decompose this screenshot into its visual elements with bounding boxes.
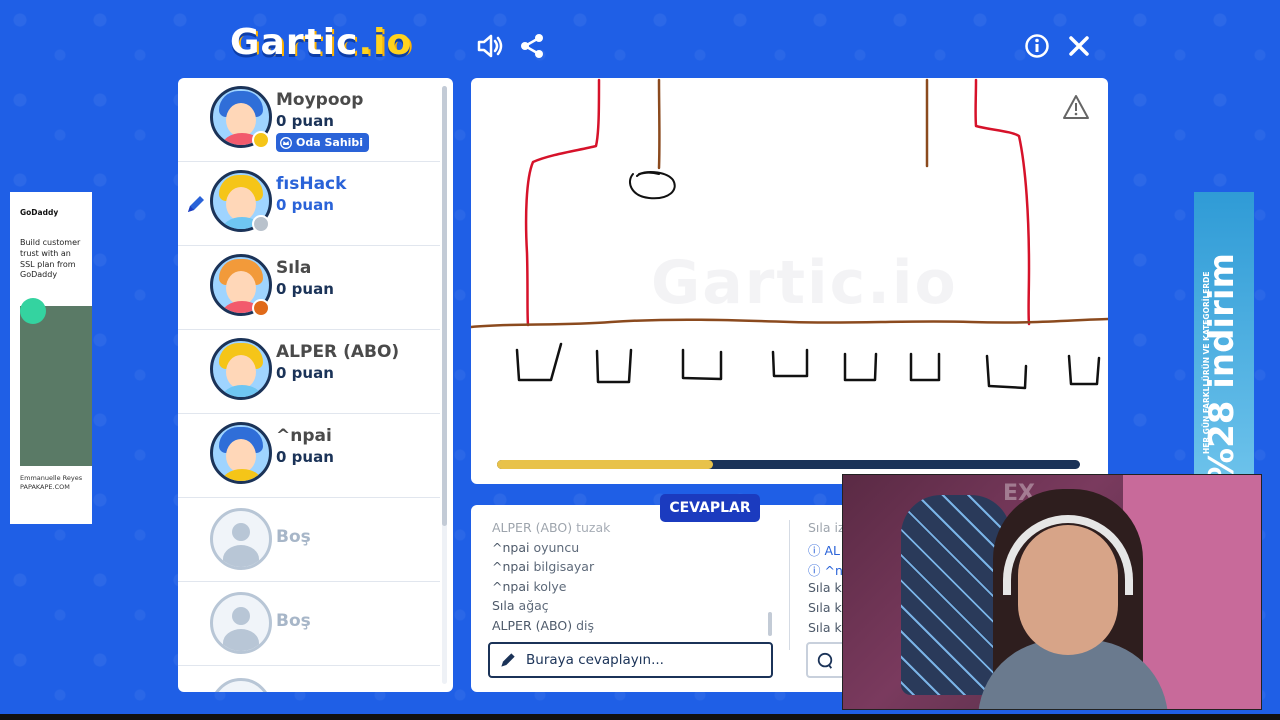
ad-photo (20, 306, 92, 466)
empty-slot[interactable]: Boş (178, 582, 440, 666)
panel-divider (789, 520, 790, 650)
chat-row: Sıla k (808, 580, 842, 595)
room-owner-badge: Oda Sahibi (276, 133, 370, 152)
ad-brand: GoDaddy (20, 208, 59, 217)
player-score: 0 puan (276, 448, 334, 466)
avatar-face (226, 439, 256, 473)
avatar (210, 338, 272, 400)
player-score: 0 puan (276, 364, 334, 382)
answers-tab[interactable]: CEVAPLAR (660, 494, 760, 522)
empty-slot-label: Boş (276, 527, 311, 547)
pencil-icon (501, 653, 515, 667)
close-icon[interactable] (1063, 30, 1095, 62)
player-row: ALPER (ABO) 0 puan (178, 330, 440, 414)
player-name: ALPER (ABO) (276, 342, 400, 362)
player-name: fısHack (276, 174, 347, 194)
chat-bubble-icon (817, 652, 833, 669)
pencil-icon (188, 196, 204, 212)
player-score: 0 puan (276, 196, 334, 214)
top-bar: Gartic.io (0, 0, 1280, 78)
ad-discount-subtitle: HER GÜN FARKLI ÜRÜN VE KATEGORİLERDE (1202, 271, 1211, 454)
chat-list: Sıla iz ⓘ AL ⓘ ^n Sıla k Sıla k Sıla k (808, 520, 845, 640)
status-dot (252, 299, 270, 317)
right-advertisement[interactable]: %28 indirim HER GÜN FARKLI ÜRÜN VE KATEG… (1194, 192, 1254, 492)
bottom-edge (0, 714, 1280, 720)
chat-row: Sıla k (808, 600, 842, 615)
avatar-face (226, 103, 256, 137)
player-row: fısHack 0 puan (178, 162, 440, 246)
avatar-body (221, 385, 263, 397)
player-name: Sıla (276, 258, 312, 278)
report-warning-icon[interactable] (1062, 94, 1090, 120)
empty-avatar-icon (210, 592, 272, 654)
answer-row: ^npai bilgisayar (492, 559, 595, 574)
chat-row: ⓘ AL (808, 543, 840, 558)
player-row: Sıla 0 puan (178, 246, 440, 330)
empty-slot-label: Boş (276, 611, 311, 631)
chat-row: Sıla k (808, 620, 842, 635)
empty-slot[interactable]: Boş (178, 498, 440, 582)
answer-row: ALPER (ABO) tuzak (492, 520, 611, 535)
players-scrollbar-thumb[interactable] (442, 86, 447, 526)
empty-avatar-icon (210, 678, 272, 692)
answer-row: ^npai kolye (492, 578, 567, 594)
answer-row: Sıla ağaç (492, 598, 549, 613)
chat-row: Sıla iz (808, 520, 845, 535)
speaker-icon[interactable] (474, 30, 506, 62)
answer-row: ^npai oyuncu (492, 539, 580, 555)
player-row: ^npai 0 puan (178, 414, 440, 498)
avatar-face (226, 271, 256, 305)
player-name: Moypoop (276, 90, 364, 110)
avatar-face (226, 187, 256, 221)
webcam-overlay: EX (842, 474, 1262, 710)
gartic-logo: Gartic.io (230, 22, 413, 63)
players-panel: Moypoop 0 puan Oda Sahibi fısHack 0 puan… (178, 78, 453, 692)
drawing-strokes (471, 78, 1108, 390)
avatar-face (226, 355, 256, 389)
ad-credit: Emmanuelle Reyes PAPAKAPE.COM (20, 474, 83, 492)
player-score: 0 puan (276, 280, 334, 298)
answer-input[interactable] (526, 652, 766, 668)
player-name: ^npai (276, 426, 332, 446)
timer-progress (497, 460, 713, 469)
answer-row: ALPER (ABO) diş (492, 617, 595, 633)
shield-icon (20, 298, 46, 324)
crown-icon (280, 136, 292, 149)
answer-list: ALPER (ABO) tuzak ^npai oyuncu ^npai bil… (492, 520, 772, 637)
empty-slot[interactable] (178, 666, 440, 692)
avatar-body (221, 469, 263, 481)
answer-input-box[interactable] (488, 642, 773, 678)
player-row: Moypoop 0 puan Oda Sahibi (178, 78, 440, 162)
drawing-canvas[interactable]: Gartic.io (471, 78, 1108, 484)
ad-copy: Build customer trust with an SSL plan fr… (20, 238, 81, 280)
avatar (210, 422, 272, 484)
info-icon[interactable] (1021, 30, 1053, 62)
answers-scrollbar[interactable] (768, 612, 772, 636)
status-dot (252, 215, 270, 233)
chat-row: ⓘ ^n (808, 563, 843, 578)
player-score: 0 puan (276, 112, 334, 130)
empty-avatar-icon (210, 508, 272, 570)
share-icon[interactable] (516, 30, 548, 62)
status-dot (252, 131, 270, 149)
left-advertisement[interactable]: GoDaddy Build customer trust with an SSL… (10, 192, 92, 524)
